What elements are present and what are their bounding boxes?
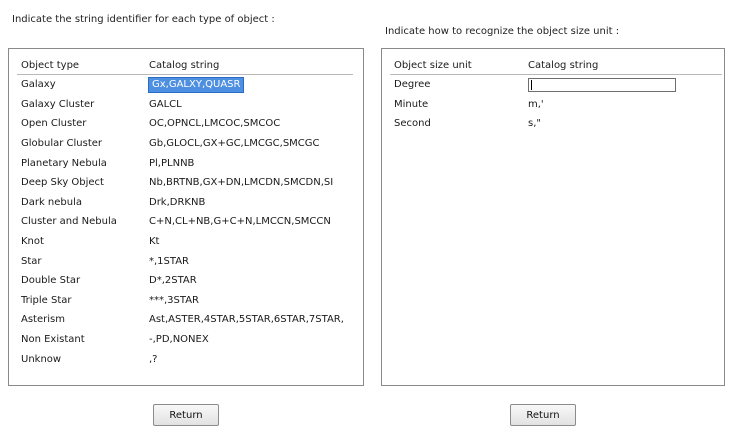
catalog-string-cell[interactable]: s,": [524, 114, 722, 134]
object-type-cell[interactable]: Galaxy Cluster: [17, 95, 145, 115]
object-type-cell[interactable]: Non Existant: [17, 330, 145, 350]
object-type-cell[interactable]: Planetary Nebula: [17, 153, 145, 173]
catalog-string-cell[interactable]: GALCL: [145, 95, 353, 115]
catalog-string-cell[interactable]: C+N,CL+NB,G+C+N,LMCCN,SMCCN: [145, 212, 353, 232]
catalog-string-cell[interactable]: m,': [524, 95, 722, 115]
catalog-string-cell[interactable]: OC,OPNCL,LMCOC,SMCOC: [145, 114, 353, 134]
size-unit-cell[interactable]: Second: [390, 114, 524, 134]
column-header-catalog-string[interactable]: Catalog string: [145, 57, 353, 75]
table-row[interactable]: Knot Kt: [17, 232, 353, 252]
object-type-grid: Object type Catalog string Galaxy Gx,GALX…: [8, 48, 364, 386]
object-type-table: Object type Catalog string Galaxy Gx,GALX…: [17, 57, 353, 369]
catalog-string-cell[interactable]: ,?: [145, 349, 353, 369]
table-row[interactable]: Triple Star ***,3STAR: [17, 291, 353, 311]
catalog-string-cell[interactable]: Drk,DRKNB: [145, 193, 353, 213]
object-type-cell[interactable]: Double Star: [17, 271, 145, 291]
object-type-heading: Indicate the string identifier for each …: [12, 14, 275, 25]
table-row[interactable]: Non Existant -,PD,NONEX: [17, 330, 353, 350]
size-unit-table: Object size unit Catalog string Degree Mi…: [390, 57, 722, 134]
object-type-cell[interactable]: Star: [17, 251, 145, 271]
table-row[interactable]: Deep Sky Object Nb,BRTNB,GX+DN,LMCDN,SMCD…: [17, 173, 353, 193]
table-row[interactable]: Galaxy Cluster GALCL: [17, 95, 353, 115]
catalog-string-cell[interactable]: D*,2STAR: [145, 271, 353, 291]
catalog-string-cell[interactable]: Gb,GLOCL,GX+GC,LMCGC,SMCGC: [145, 134, 353, 154]
return-button-right[interactable]: Return: [510, 404, 576, 426]
table-row[interactable]: Double Star D*,2STAR: [17, 271, 353, 291]
catalog-string-cell[interactable]: Pl,PLNNB: [145, 153, 353, 173]
table-row[interactable]: Dark nebula Drk,DRKNB: [17, 193, 353, 213]
catalog-string-edit-field[interactable]: [528, 77, 676, 92]
table-row[interactable]: Minute m,': [390, 95, 722, 115]
column-header-object-type[interactable]: Object type: [17, 57, 145, 75]
catalog-string-selected[interactable]: Gx,GALXY,QUASR: [147, 76, 245, 93]
object-type-cell[interactable]: Open Cluster: [17, 114, 145, 134]
catalog-string-cell[interactable]: Kt: [145, 232, 353, 252]
size-unit-heading: Indicate how to recognize the object siz…: [385, 26, 620, 37]
catalog-string-cell[interactable]: Ast,ASTER,4STAR,5STAR,6STAR,7STAR,: [145, 310, 353, 330]
catalog-string-cell[interactable]: ***,3STAR: [145, 291, 353, 311]
size-unit-cell[interactable]: Minute: [390, 95, 524, 115]
catalog-string-cell[interactable]: Gx,GALXY,QUASR: [145, 75, 353, 95]
text-caret: [531, 79, 532, 90]
catalog-string-cell[interactable]: -,PD,NONEX: [145, 330, 353, 350]
object-type-cell[interactable]: Unknow: [17, 349, 145, 369]
object-type-cell[interactable]: Deep Sky Object: [17, 173, 145, 193]
table-row[interactable]: Unknow,?: [17, 349, 353, 369]
catalog-string-cell[interactable]: [524, 75, 722, 95]
table-row[interactable]: Cluster and Nebula C+N,CL+NB,G+C+N,LMCCN,…: [17, 212, 353, 232]
column-header-object-size-unit[interactable]: Object size unit: [390, 57, 524, 75]
size-unit-grid: Object size unit Catalog string Degree Mi…: [381, 48, 725, 386]
size-unit-cell[interactable]: Degree: [390, 75, 524, 95]
object-type-cell[interactable]: Cluster and Nebula: [17, 212, 145, 232]
object-type-cell[interactable]: Globular Cluster: [17, 134, 145, 154]
catalog-string-cell[interactable]: *,1STAR: [145, 251, 353, 271]
object-type-cell[interactable]: Dark nebula: [17, 193, 145, 213]
object-type-cell[interactable]: Galaxy: [17, 75, 145, 95]
column-header-catalog-string[interactable]: Catalog string: [524, 57, 722, 75]
table-row[interactable]: Planetary Nebula Pl,PLNNB: [17, 153, 353, 173]
object-type-cell[interactable]: Triple Star: [17, 291, 145, 311]
table-row[interactable]: Degree: [390, 75, 722, 95]
table-row[interactable]: Asterism Ast,ASTER,4STAR,5STAR,6STAR,7STA…: [17, 310, 353, 330]
return-button-left[interactable]: Return: [153, 404, 219, 426]
table-row[interactable]: Open Cluster OC,OPNCL,LMCOC,SMCOC: [17, 114, 353, 134]
table-row[interactable]: Star *,1STAR: [17, 251, 353, 271]
table-row[interactable]: Galaxy Gx,GALXY,QUASR: [17, 75, 353, 95]
catalog-string-cell[interactable]: Nb,BRTNB,GX+DN,LMCDN,SMCDN,SI: [145, 173, 353, 193]
object-type-cell[interactable]: Asterism: [17, 310, 145, 330]
table-row[interactable]: Globular Cluster Gb,GLOCL,GX+GC,LMCGC,SMC…: [17, 134, 353, 154]
object-type-cell[interactable]: Knot: [17, 232, 145, 252]
table-row[interactable]: Second s,": [390, 114, 722, 134]
